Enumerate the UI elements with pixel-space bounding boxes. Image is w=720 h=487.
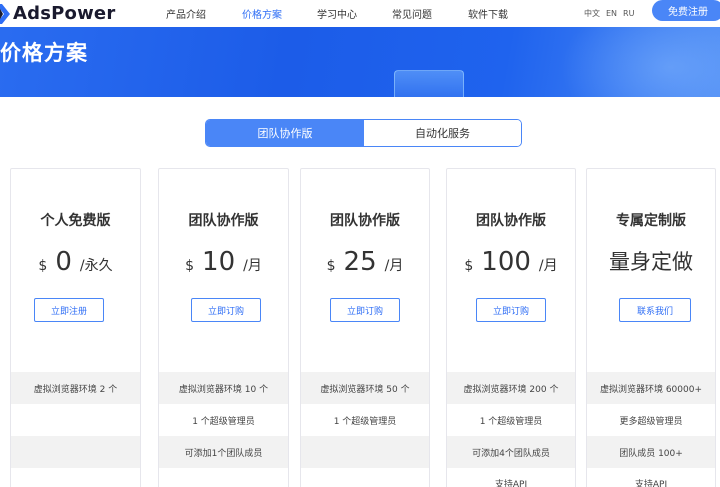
feature-row: 团队成员 100+	[587, 436, 715, 468]
custom-price: 量身定做	[609, 250, 693, 274]
price-currency: $	[38, 258, 48, 274]
tab-team-collaboration[interactable]: 团队协作版	[206, 120, 364, 146]
price-amount: 0	[55, 247, 72, 277]
nav-item-products[interactable]: 产品介绍	[166, 6, 206, 21]
plan-card-enterprise-custom: 专属定制版 量身定做 联系我们 虚拟浏览器环境 60000+ 更多超级管理员 团…	[586, 168, 716, 487]
plan-card-team-100: 团队协作版 $ 100 /月 立即订购 虚拟浏览器环境 200 个 1 个超级管…	[446, 168, 576, 487]
feature-row: 虚拟浏览器环境 2 个	[11, 372, 140, 404]
feature-row	[11, 436, 140, 468]
register-now-button[interactable]: 立即注册	[34, 298, 104, 322]
plan-price: $ 25 /月	[301, 247, 429, 277]
feature-row: 虚拟浏览器环境 50 个	[301, 372, 429, 404]
plan-title: 团队协作版	[330, 213, 400, 229]
price-unit: /月	[538, 258, 558, 274]
logo[interactable]: AdsPower	[0, 0, 115, 27]
plan-title: 专属定制版	[616, 213, 686, 229]
plan-title: 团队协作版	[476, 213, 546, 229]
banner-glass-decoration	[394, 70, 464, 97]
plan-card-team-10: 团队协作版 $ 10 /月 立即订购 虚拟浏览器环境 10 个 1 个超级管理员…	[158, 168, 289, 487]
nav-products[interactable]: 产品介绍	[166, 0, 206, 27]
banner-glow-decoration	[560, 27, 720, 97]
plan-price: $ 0 /永久	[11, 247, 140, 277]
nav-item-faq[interactable]: 常见问题	[392, 6, 432, 21]
lang-zh[interactable]: 中文	[584, 8, 600, 19]
nav-learning[interactable]: 学习中心	[317, 0, 357, 27]
plan-price: $ 10 /月	[159, 247, 288, 277]
nav-item-learning[interactable]: 学习中心	[317, 6, 357, 21]
hero-banner: 价格方案	[0, 27, 720, 97]
top-navigation-bar: AdsPower 产品介绍 价格方案 学习中心 常见问题 软件下载 中文 EN …	[0, 0, 720, 27]
order-now-button[interactable]: 立即订购	[191, 298, 261, 322]
logo-text: AdsPower	[13, 3, 116, 24]
price-amount: 25	[343, 247, 377, 277]
feature-row: 支持API	[494, 479, 528, 487]
price-currency: $	[185, 258, 195, 274]
price-unit: /永久	[79, 258, 113, 274]
nav-item-pricing[interactable]: 价格方案	[242, 6, 282, 21]
order-now-button[interactable]: 立即订购	[476, 298, 546, 322]
free-signup-button[interactable]: 免费注册	[652, 0, 720, 21]
page-title: 价格方案	[0, 41, 88, 65]
feature-row: 1 个超级管理员	[192, 416, 255, 427]
price-currency: $	[326, 258, 336, 274]
price-unit: /月	[243, 258, 262, 274]
plan-title: 个人免费版	[40, 213, 111, 229]
nav-download[interactable]: 软件下载	[468, 0, 508, 27]
feature-row	[301, 436, 429, 468]
price-amount: 100	[481, 247, 531, 277]
feature-row: 更多超级管理员	[619, 416, 683, 427]
feature-row: 1 个超级管理员	[333, 416, 397, 427]
feature-row: 支持API	[634, 479, 668, 487]
feature-row	[11, 404, 140, 436]
price-currency: $	[464, 258, 474, 274]
feature-row: 可添加4个团队成员	[447, 436, 575, 468]
plan-card-team-25: 团队协作版 $ 25 /月 立即订购 虚拟浏览器环境 50 个 1 个超级管理员	[300, 168, 430, 487]
plan-price: $ 100 /月	[447, 247, 575, 277]
feature-row: 虚拟浏览器环境 60000+	[587, 372, 715, 404]
lang-en[interactable]: EN	[606, 9, 617, 18]
plan-card-personal-free: 个人免费版 $ 0 /永久 立即注册 虚拟浏览器环境 2 个	[10, 168, 141, 487]
plan-title: 团队协作版	[188, 213, 259, 229]
feature-row: 可添加1个团队成员	[159, 436, 288, 468]
price-unit: /月	[384, 258, 404, 274]
nav-pricing[interactable]: 价格方案	[242, 0, 282, 27]
contact-us-button[interactable]: 联系我们	[619, 298, 691, 322]
tab-automation-service[interactable]: 自动化服务	[364, 120, 521, 146]
nav-faq[interactable]: 常见问题	[392, 0, 432, 27]
adspower-logo-icon	[0, 3, 10, 24]
feature-row: 1 个超级管理员	[479, 416, 543, 427]
feature-row: 虚拟浏览器环境 10 个	[159, 372, 288, 404]
lang-ru[interactable]: RU	[623, 9, 634, 18]
feature-row: 虚拟浏览器环境 200 个	[447, 372, 575, 404]
nav-item-download[interactable]: 软件下载	[468, 6, 508, 21]
language-switcher: 中文 EN RU	[584, 0, 634, 27]
price-amount: 10	[202, 247, 236, 277]
plan-type-tabs: 团队协作版 自动化服务	[205, 119, 522, 147]
order-now-button[interactable]: 立即订购	[330, 298, 400, 322]
